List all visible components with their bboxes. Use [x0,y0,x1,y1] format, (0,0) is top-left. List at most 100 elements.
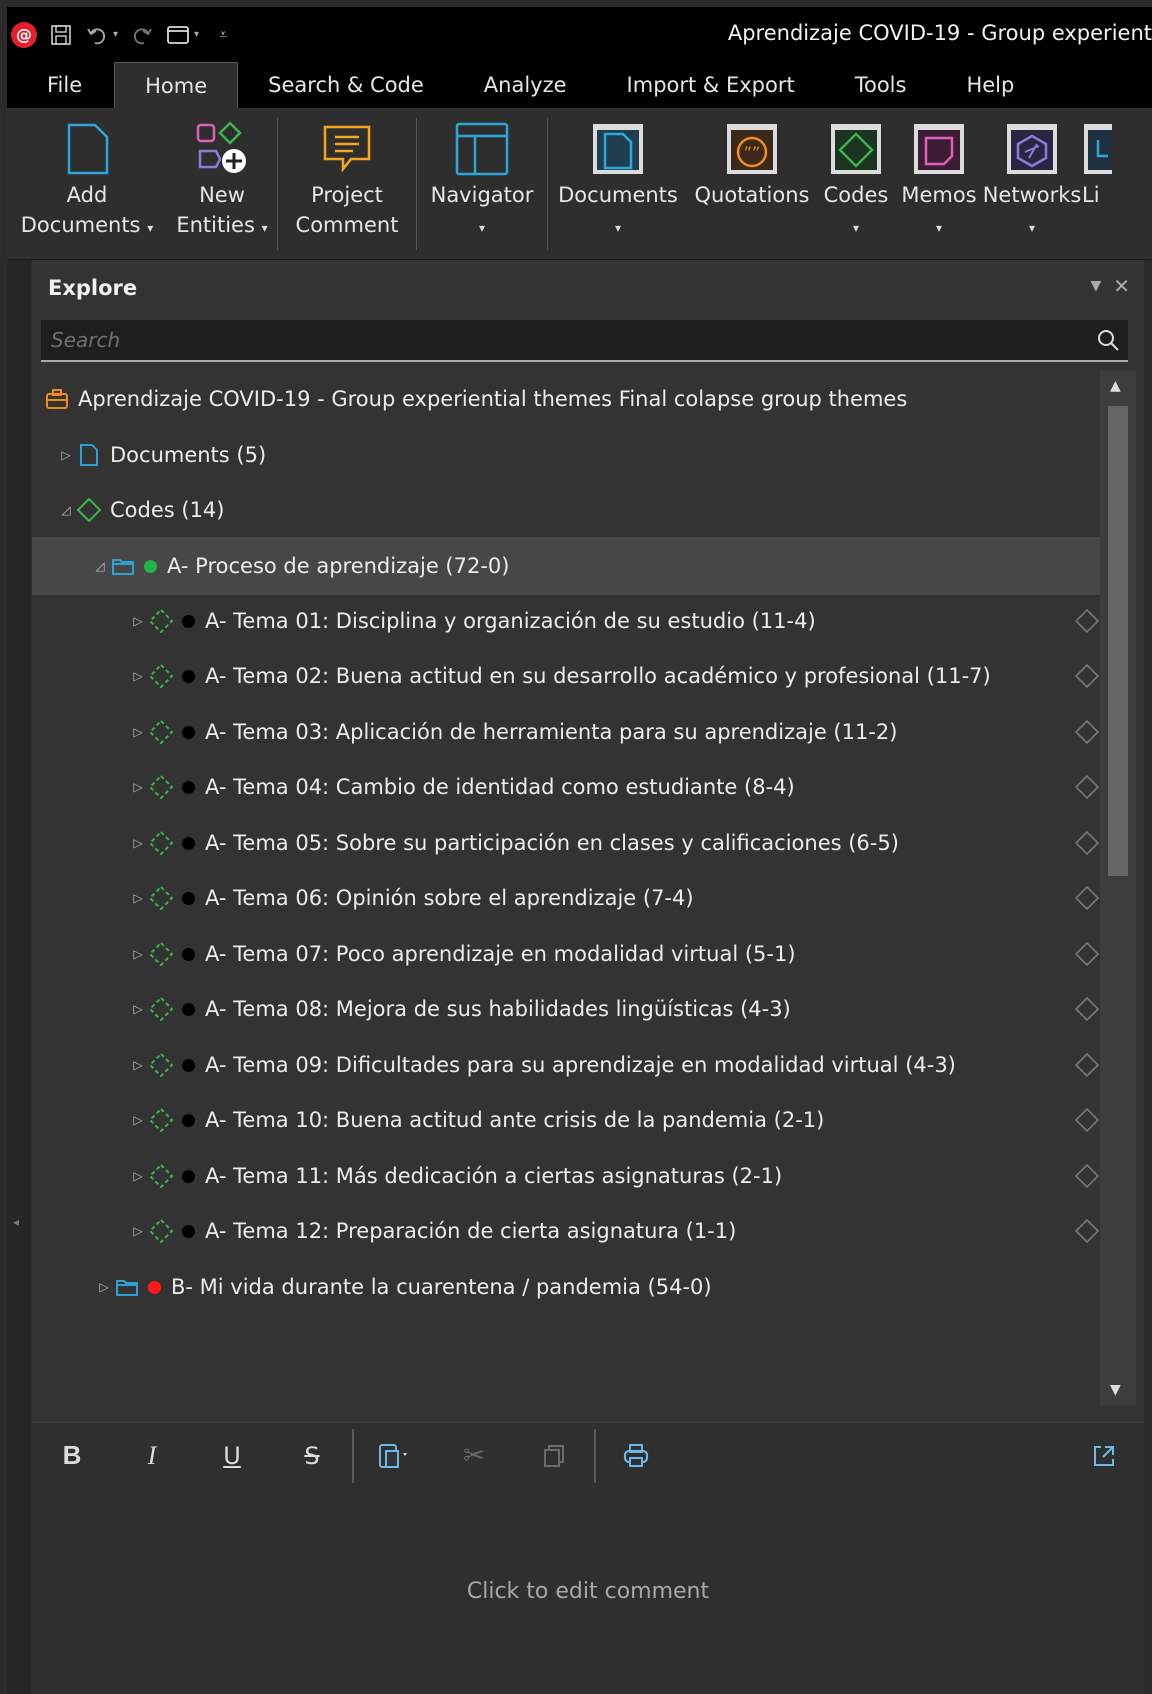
codes-label: Codes (14) [110,498,225,522]
tree-code-item[interactable]: ▷ A- Tema 06: Opinión sobre el aprendiza… [32,869,1100,927]
expand-icon[interactable]: ▷ [128,1058,148,1072]
expand-icon[interactable]: ▷ [128,1002,148,1016]
expand-icon[interactable]: ▷ [128,947,148,961]
tab-help[interactable]: Help [936,62,1044,108]
codes-icon [829,118,883,180]
layout-dropdown-icon[interactable]: ▾ [194,29,199,40]
code-item-label: A- Tema 12: Preparación de cierta asigna… [205,1219,737,1243]
color-dot [182,891,195,905]
left-pane-splitter[interactable]: ◂ [7,260,31,1694]
expand-icon[interactable]: ▷ [128,1224,148,1238]
italic-icon[interactable]: I [112,1423,192,1489]
code-diamond-icon [1074,1163,1100,1194]
collapse-icon[interactable]: ◿ [90,559,110,573]
code-diamond-icon [1074,830,1100,861]
window-title: Aprendizaje COVID-19 - Group experient [727,21,1152,45]
window-layout-icon[interactable] [166,23,190,47]
open-external-icon[interactable] [1064,1423,1144,1489]
code-outline-icon [148,1163,174,1189]
cut-icon[interactable]: ✂ [434,1423,514,1489]
paste-icon[interactable] [354,1423,434,1489]
new-entities-button[interactable]: New Entities ▾ [167,108,277,243]
expand-icon[interactable]: ▷ [128,1113,148,1127]
networks-button[interactable]: Networks ▾ [982,108,1082,243]
scrollbar-thumb[interactable] [1108,406,1128,876]
tree-code-item[interactable]: ▷ A- Tema 08: Mejora de sus habilidades … [32,980,1100,1038]
comment-editor[interactable]: Click to edit comment [32,1488,1144,1694]
tree-code-item[interactable]: ▷ A- Tema 11: Más dedicación a ciertas a… [32,1147,1100,1205]
undo-dropdown-icon[interactable]: ▾ [113,29,118,40]
tree-code-item[interactable]: ▷ A- Tema 05: Sobre su participación en … [32,814,1100,872]
expand-icon[interactable]: ▷ [128,614,148,628]
code-diamond-icon [1074,608,1100,639]
code-diamond-icon [1074,941,1100,972]
color-dot [182,1002,195,1016]
bold-icon[interactable]: B [32,1423,112,1489]
copy-icon[interactable] [514,1423,594,1489]
documents-button[interactable]: Documents ▾ [548,108,688,243]
tree-code-group-b[interactable]: ▷ B- Mi vida durante la cuarentena / pan… [32,1258,1100,1316]
expand-icon[interactable]: ▷ [128,1169,148,1183]
scroll-down-icon[interactable]: ▼ [1110,1382,1121,1398]
code-outline-icon [148,941,174,967]
tree-codes-node[interactable]: ◿ Codes (14) [32,481,1100,539]
tree-code-item[interactable]: ▷ A- Tema 07: Poco aprendizaje en modali… [32,925,1100,983]
tree-code-item[interactable]: ▷ A- Tema 10: Buena actitud ante crisis … [32,1091,1100,1149]
tree-code-item[interactable]: ▷ A- Tema 01: Disciplina y organización … [32,592,1100,650]
tree-code-item[interactable]: ▷ A- Tema 03: Aplicación de herramienta … [32,703,1100,761]
tab-search-code[interactable]: Search & Code [238,62,454,108]
tree-scrollbar[interactable]: ▲ ▼ [1100,370,1136,1406]
project-comment-button[interactable]: Project Comment [278,108,416,240]
search-icon[interactable] [1088,328,1128,352]
expand-icon[interactable]: ▷ [128,836,148,850]
tree-code-item[interactable]: ▷ A- Tema 12: Preparación de cierta asig… [32,1202,1100,1260]
save-icon[interactable] [49,23,73,47]
collapse-icon[interactable]: ◿ [56,503,76,517]
search-input[interactable] [41,320,1088,360]
codes-button[interactable]: Codes ▾ [816,108,896,243]
underline-icon[interactable]: U [192,1423,272,1489]
expand-icon[interactable]: ▷ [128,669,148,683]
tree-code-item[interactable]: ▷ A- Tema 02: Buena actitud en su desarr… [32,647,1100,705]
project-briefcase-icon [44,386,70,412]
code-outline-icon [148,719,174,745]
code-diamond-icon [1074,719,1100,750]
redo-icon[interactable] [130,23,154,47]
add-documents-button[interactable]: Add Documents ▾ [7,108,167,243]
navigator-button[interactable]: Navigator ▾ [417,108,547,243]
customize-toolbar-icon[interactable]: ⩡ [211,23,235,47]
expand-icon[interactable]: ▷ [128,725,148,739]
code-outline-icon [148,663,174,689]
tab-file[interactable]: File [7,62,114,108]
strikethrough-icon[interactable]: S [272,1423,352,1489]
tree-documents-node[interactable]: ▷ Documents (5) [32,426,1100,484]
print-icon[interactable] [596,1423,676,1489]
expand-icon[interactable]: ▷ [128,891,148,905]
scroll-up-icon[interactable]: ▲ [1110,378,1121,394]
code-outline-icon [148,1107,174,1133]
color-dot [182,780,195,794]
tab-analyze[interactable]: Analyze [454,62,597,108]
explore-title: Explore [48,276,138,300]
quotations-button[interactable]: ”” Quotations [688,108,816,210]
collapse-left-icon[interactable]: ◂ [13,1215,19,1229]
color-dot [182,614,195,628]
undo-icon[interactable] [85,23,109,47]
pane-menu-icon[interactable]: ▼ [1090,274,1101,298]
tab-import-export[interactable]: Import & Export [597,62,825,108]
memos-button[interactable]: Memos ▾ [896,108,982,243]
close-icon[interactable]: ✕ [1113,274,1130,298]
expand-icon[interactable]: ▷ [128,780,148,794]
tree-code-group-a[interactable]: ◿ A- Proceso de aprendizaje (72-0) [32,537,1100,595]
app-logo-icon[interactable]: @ [11,21,37,48]
links-button[interactable]: Li [1082,108,1112,210]
dropdown-caret-icon: ▾ [261,221,268,235]
tab-tools[interactable]: Tools [825,62,937,108]
expand-icon[interactable]: ▷ [56,448,76,462]
expand-icon[interactable]: ▷ [94,1280,114,1294]
tree-code-item[interactable]: ▷ A- Tema 04: Cambio de identidad como e… [32,758,1100,816]
tree-code-item[interactable]: ▷ A- Tema 09: Dificultades para su apren… [32,1036,1100,1094]
tree-project-node[interactable]: Aprendizaje COVID-19 - Group experientia… [32,370,1100,428]
tab-home[interactable]: Home [114,62,239,108]
dropdown-caret-icon: ▾ [614,221,622,235]
